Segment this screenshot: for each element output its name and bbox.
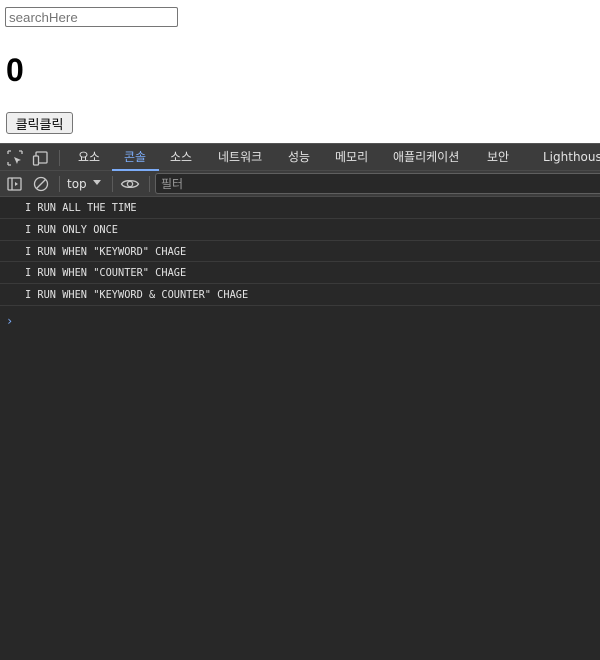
tab-console[interactable]: 콘솔 xyxy=(123,144,147,171)
toolbar-divider xyxy=(112,176,113,192)
tab-elements[interactable]: 요소 xyxy=(77,144,101,171)
inspect-icon[interactable] xyxy=(6,149,24,167)
page-content: 0 클릭클릭 xyxy=(0,0,600,143)
console-log-row: I RUN ONLY ONCE xyxy=(0,219,600,241)
devtools-tabbar: 요소 콘솔 소스 네트워크 성능 메모리 애플리케이션 보안 Lighthous… xyxy=(0,143,600,171)
console-log-row: I RUN WHEN "KEYWORD & COUNTER" CHAGE xyxy=(0,284,600,306)
chevron-down-icon[interactable] xyxy=(93,180,101,185)
console-prompt[interactable]: › xyxy=(6,314,13,328)
console-toolbar: top xyxy=(0,171,600,197)
tabbar-divider xyxy=(59,150,60,166)
context-selector[interactable]: top xyxy=(67,171,87,197)
devtools-panel: 요소 콘솔 소스 네트워크 성능 메모리 애플리케이션 보안 Lighthous… xyxy=(0,143,600,660)
console-log-row: I RUN WHEN "KEYWORD" CHAGE xyxy=(0,241,600,263)
tab-security[interactable]: 보안 xyxy=(486,144,510,171)
console-log-list: I RUN ALL THE TIME I RUN ONLY ONCE I RUN… xyxy=(0,197,600,306)
console-log-row: I RUN ALL THE TIME xyxy=(0,197,600,219)
device-toggle-icon[interactable] xyxy=(32,149,50,167)
toolbar-divider xyxy=(149,176,150,192)
click-button[interactable]: 클릭클릭 xyxy=(6,112,73,134)
toolbar-divider xyxy=(59,176,60,192)
tab-network[interactable]: 네트워크 xyxy=(217,144,263,171)
counter-value: 0 xyxy=(6,52,24,88)
tab-performance[interactable]: 성능 xyxy=(287,144,311,171)
console-log-row: I RUN WHEN "COUNTER" CHAGE xyxy=(0,262,600,285)
tab-lighthouse[interactable]: Lighthouse xyxy=(542,144,600,171)
tab-application[interactable]: 애플리케이션 xyxy=(392,144,460,171)
tab-memory[interactable]: 메모리 xyxy=(334,144,369,171)
filter-input[interactable] xyxy=(155,173,600,194)
search-input[interactable] xyxy=(5,7,178,27)
sidebar-icon[interactable] xyxy=(6,175,24,193)
eye-icon[interactable] xyxy=(120,175,140,193)
clear-console-icon[interactable] xyxy=(32,175,50,193)
tab-sources[interactable]: 소스 xyxy=(169,144,193,171)
